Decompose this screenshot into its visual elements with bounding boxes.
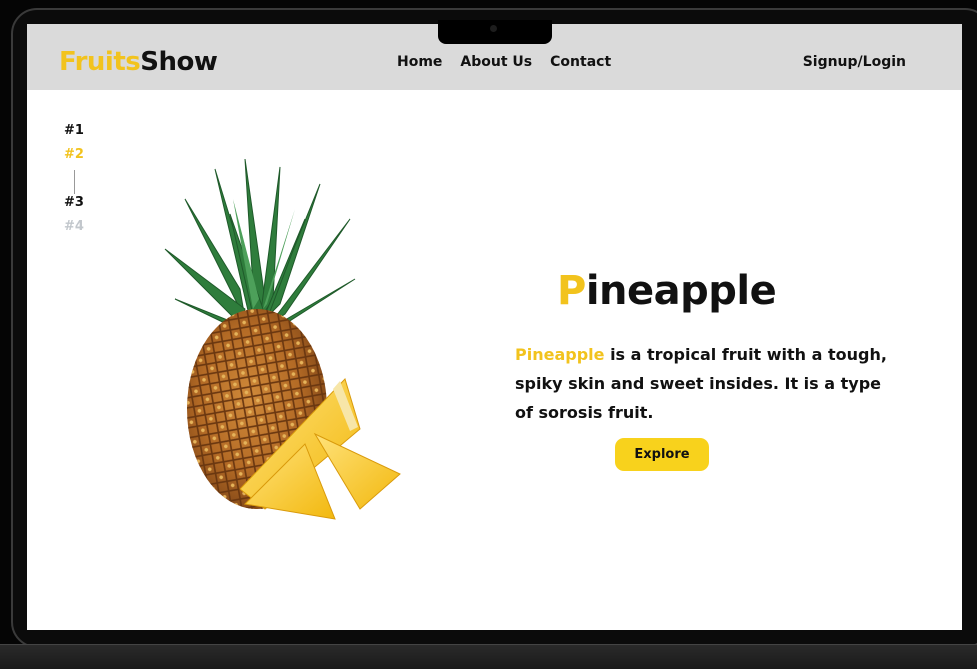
hero-description: Pineapple is a tropical fruit with a tou… (515, 340, 895, 427)
pager-item-3[interactable]: #3 (63, 194, 85, 218)
nav-links: Home About Us Contact (397, 54, 611, 70)
laptop-base (0, 644, 977, 669)
pineapple-image (164, 159, 401, 520)
explore-button[interactable]: Explore (615, 438, 709, 471)
screen: FruitsShow Home About Us Contact Signup/… (27, 24, 962, 630)
hero-description-highlight: Pineapple (515, 345, 605, 364)
brand-logo[interactable]: FruitsShow (59, 47, 218, 77)
hero-title-first-letter: P (557, 268, 586, 314)
brand-name-accent: Fruits (59, 47, 141, 77)
signup-login-link[interactable]: Signup/Login (803, 54, 906, 70)
nav-link-contact[interactable]: Contact (550, 54, 611, 70)
camera-notch (438, 20, 552, 44)
nav-link-home[interactable]: Home (397, 54, 442, 70)
pager-item-1[interactable]: #1 (63, 122, 85, 146)
hero-title: Pineapple (557, 268, 777, 314)
brand-name-rest: Show (140, 47, 218, 77)
nav-link-about-us[interactable]: About Us (460, 54, 532, 70)
pager-active-line (73, 170, 75, 194)
pager-item-4[interactable]: #4 (63, 218, 85, 242)
pager-item-2[interactable]: #2 (63, 146, 85, 170)
slide-pager: #1 #2 #3 #4 (63, 122, 85, 242)
hero-title-rest: ineapple (585, 268, 777, 314)
camera-icon (490, 25, 497, 32)
